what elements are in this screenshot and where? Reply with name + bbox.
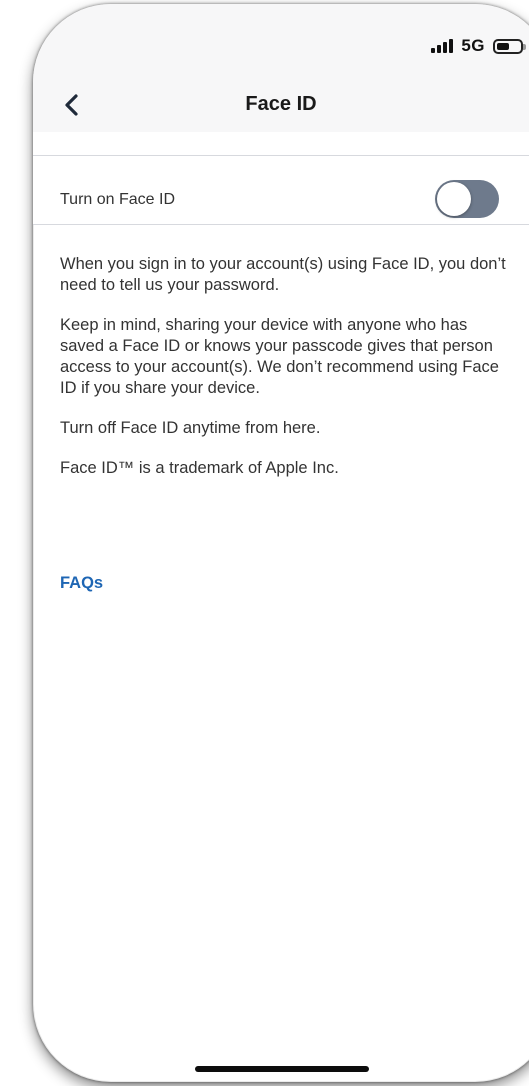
battery-icon xyxy=(493,38,526,54)
face-id-toggle-label: Turn on Face ID xyxy=(60,191,176,208)
screen: 5G Face ID Turn on Face ID When you sign… xyxy=(0,0,529,1086)
status-indicators: 5G xyxy=(431,36,526,56)
face-id-toggle[interactable] xyxy=(435,180,499,218)
turn-off-paragraph: Turn off Face ID anytime from here. xyxy=(60,419,321,437)
network-type: 5G xyxy=(461,36,485,55)
battery-level xyxy=(497,42,509,50)
phone-screen: 5G Face ID Turn on Face ID When you sign… xyxy=(33,4,529,1082)
section-spacer xyxy=(33,132,529,156)
warning-paragraph: Keep in mind, sharing your device with a… xyxy=(60,316,499,397)
signal-icon xyxy=(431,39,454,53)
face-id-description: When you sign in to your account(s) usin… xyxy=(60,254,510,498)
phone-frame: 5G Face ID Turn on Face ID When you sign… xyxy=(33,4,529,1082)
face-id-toggle-row: Turn on Face ID xyxy=(33,156,529,225)
description-paragraph: When you sign in to your account(s) usin… xyxy=(60,255,506,294)
status-bar: 5G xyxy=(33,4,529,84)
page-title: Face ID xyxy=(245,93,317,115)
toggle-knob xyxy=(437,182,471,216)
navigation-bar: Face ID xyxy=(33,84,529,132)
home-indicator[interactable] xyxy=(195,1066,369,1072)
faqs-link[interactable]: FAQs xyxy=(60,574,103,593)
trademark-paragraph: Face ID™ is a trademark of Apple Inc. xyxy=(60,459,339,477)
